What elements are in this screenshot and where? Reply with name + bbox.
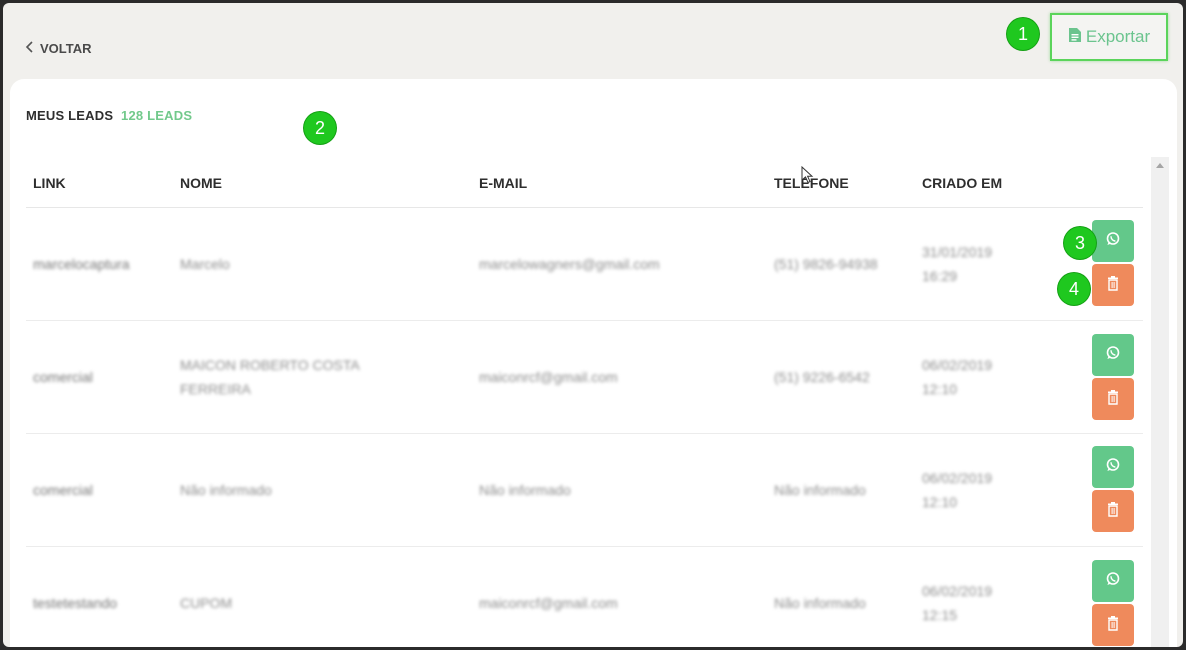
leads-count: 128 LEADS — [121, 108, 193, 123]
cell-time: 12:15 — [922, 607, 958, 623]
cell-link: marcelocaptura — [33, 256, 130, 272]
cell-time: 12:10 — [922, 381, 958, 397]
column-header-nome: NOME — [180, 175, 222, 191]
table-row: marcelocaptura Marcelo marcelowagners@gm… — [26, 208, 1143, 321]
leads-card: MEUS LEADS 128 LEADS LINK NOME E-MAIL TE… — [10, 79, 1177, 647]
cell-telefone: Não informado — [774, 595, 866, 611]
column-header-criado-em: CRIADO EM — [922, 175, 1003, 191]
delete-button[interactable] — [1092, 378, 1134, 420]
whatsapp-icon — [1105, 231, 1121, 252]
delete-button[interactable] — [1092, 264, 1134, 306]
app-frame: VOLTAR Exportar MEUS LEADS 128 LEADS LIN… — [3, 3, 1183, 647]
annotation-marker-2: 2 — [304, 112, 336, 144]
cell-date: 06/02/2019 — [922, 357, 993, 373]
cell-email: Não informado — [479, 482, 571, 498]
table-row: comercial MAICON ROBERTO COSTA FERREIRA … — [26, 321, 1143, 434]
cell-email: maiconrcf@gmail.com — [479, 369, 618, 385]
cell-time: 12:10 — [922, 494, 958, 510]
cell-nome: MAICON ROBERTO COSTA FERREIRA — [180, 357, 359, 397]
cell-date: 31/01/2019 — [922, 244, 993, 260]
cell-link: comercial — [33, 369, 93, 385]
cell-telefone: Não informado — [774, 482, 866, 498]
document-icon — [1068, 27, 1082, 48]
cell-nome: Não informado — [180, 482, 272, 498]
cell-criado-em: 06/02/2019 12:10 — [922, 353, 1012, 401]
cell-date: 06/02/2019 — [922, 583, 993, 599]
column-header-email: E-MAIL — [479, 175, 528, 191]
mouse-cursor-icon — [801, 166, 814, 184]
chevron-left-icon — [25, 41, 35, 56]
export-label: Exportar — [1085, 27, 1151, 46]
cell-telefone: (51) 9826-94938 — [774, 256, 878, 272]
whatsapp-button[interactable] — [1092, 334, 1134, 376]
whatsapp-button[interactable] — [1092, 446, 1134, 488]
leads-table: LINK NOME E-MAIL TELEFONE CRIADO EM marc… — [26, 159, 1143, 647]
annotation-marker-3: 3 — [1064, 227, 1096, 259]
back-label: VOLTAR — [40, 41, 92, 56]
table-row: comercial Não informado Não informado Nã… — [26, 434, 1143, 547]
scroll-up-arrow-icon[interactable] — [1156, 163, 1164, 168]
trash-icon — [1105, 389, 1121, 410]
cell-telefone: (51) 9226-6542 — [774, 369, 870, 385]
whatsapp-button[interactable] — [1092, 220, 1134, 262]
cell-criado-em: 31/01/2019 16:29 — [922, 240, 1012, 288]
table-scrollbar[interactable] — [1151, 157, 1169, 647]
cell-link: comercial — [33, 482, 93, 498]
delete-button[interactable] — [1092, 490, 1134, 532]
cell-date: 06/02/2019 — [922, 470, 993, 486]
row-actions — [1092, 560, 1134, 646]
row-actions — [1092, 446, 1134, 532]
whatsapp-icon — [1105, 345, 1121, 366]
table-header: LINK NOME E-MAIL TELEFONE CRIADO EM — [26, 159, 1143, 208]
row-actions — [1092, 220, 1134, 306]
trash-icon — [1105, 275, 1121, 296]
back-link[interactable]: VOLTAR — [25, 41, 92, 56]
trash-icon — [1105, 615, 1121, 636]
row-actions — [1092, 334, 1134, 420]
whatsapp-button[interactable] — [1092, 560, 1134, 602]
whatsapp-icon — [1105, 571, 1121, 592]
cell-link: testetestando — [33, 595, 118, 611]
cell-time: 16:29 — [922, 268, 958, 284]
cell-criado-em: 06/02/2019 12:15 — [922, 579, 1012, 627]
export-button[interactable]: Exportar — [1050, 13, 1168, 61]
leads-title: MEUS LEADS — [26, 108, 114, 123]
cell-email: marcelowagners@gmail.com — [479, 256, 660, 272]
cell-criado-em: 06/02/2019 12:10 — [922, 466, 1012, 514]
cell-nome: CUPOM — [180, 595, 233, 611]
whatsapp-icon — [1105, 457, 1121, 478]
column-header-link: LINK — [33, 175, 66, 191]
trash-icon — [1105, 501, 1121, 522]
delete-button[interactable] — [1092, 604, 1134, 646]
annotation-marker-4: 4 — [1058, 273, 1090, 305]
annotation-marker-1: 1 — [1007, 18, 1039, 50]
cell-email: maiconrcf@gmail.com — [479, 595, 618, 611]
cell-nome: Marcelo — [180, 256, 230, 272]
table-row: testetestando CUPOM maiconrcf@gmail.com … — [26, 547, 1143, 647]
card-title: MEUS LEADS 128 LEADS — [26, 108, 192, 123]
